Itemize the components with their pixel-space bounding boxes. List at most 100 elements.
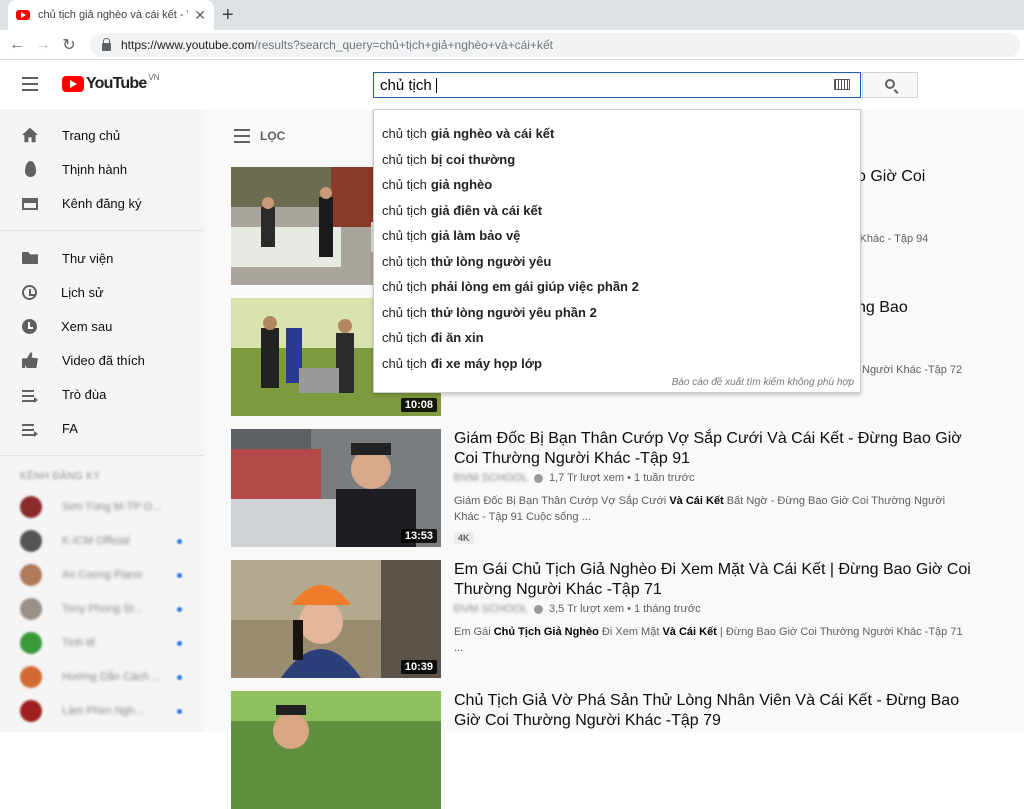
channel-avatar: [20, 666, 42, 688]
channel-avatar: [20, 496, 42, 518]
suggestion-item[interactable]: chủ tịch thử lòng người yêu phần 2: [374, 300, 860, 326]
report-suggestions-link[interactable]: Báo cáo đề xuất tìm kiếm không phù hợp: [672, 377, 854, 388]
video-title[interactable]: Em Gái Chủ Tịch Giả Nghèo Đi Xem Mặt Và …: [454, 560, 974, 600]
youtube-logo[interactable]: YouTube VN: [62, 72, 160, 93]
video-title[interactable]: Chủ Tịch Giả Vờ Phá Sản Thử Lòng Nhân Vi…: [454, 691, 974, 731]
new-content-dot: [177, 538, 182, 544]
close-tab-icon[interactable]: ✕: [194, 7, 206, 24]
sidebar-item-label: Video đã thích: [62, 352, 145, 368]
subscription-item[interactable]: Làm Phim Ngh...: [0, 694, 204, 728]
suggestion-completion: đi xe máy họp lớp: [430, 355, 542, 371]
filter-icon: [234, 129, 250, 143]
sidebar-item-library[interactable]: Thư viện: [0, 241, 204, 275]
search-suggestions: chủ tịch giả nghèo và cái kết chủ tịch bị c…: [373, 109, 861, 393]
youtube-play-icon: [62, 76, 84, 92]
channel-name[interactable]: ĐVM SCHOOL: [454, 603, 528, 615]
suggestion-item[interactable]: chủ tịch bị coi thường: [374, 147, 860, 173]
logo-text: YouTube: [86, 75, 147, 92]
sidebar-item-playlist-tro-dua[interactable]: Trò đùa: [0, 377, 204, 411]
sidebar-item-playlist-fa[interactable]: FA: [0, 411, 204, 445]
sidebar-item-history[interactable]: Lịch sử: [0, 275, 204, 309]
video-thumbnail[interactable]: [231, 691, 441, 809]
suggestion-item[interactable]: chủ tịch giả làm bảo vệ: [374, 223, 860, 249]
suggestion-item[interactable]: chủ tịch giả nghèo và cái kết: [374, 121, 860, 147]
subscription-item[interactable]: Tony Phong St...: [0, 592, 204, 626]
subscription-item[interactable]: Tinh tế: [0, 626, 204, 660]
suggestion-item[interactable]: chủ tịch đi xe máy họp lớp: [374, 351, 860, 377]
verified-icon: [533, 473, 543, 483]
video-description: Giám Đốc Bị Bạn Thân Cướp Vợ Sắp Cưới Và…: [454, 495, 946, 523]
sidebar-item-label: Kênh đăng ký: [62, 195, 142, 211]
suggestion-completion: phải lòng em gái giúp việc phần 2: [430, 279, 639, 295]
suggestion-item[interactable]: chủ tịch giả nghèo: [374, 172, 860, 198]
subscriptions-icon: [22, 198, 38, 210]
back-button[interactable]: ←: [4, 36, 30, 54]
sidebar-divider: [0, 455, 204, 456]
search-button[interactable]: [862, 72, 918, 98]
channel-name[interactable]: ĐVM SCHOOL: [454, 472, 528, 484]
sidebar-item-label: Thư viện: [62, 250, 114, 266]
menu-icon[interactable]: [22, 77, 38, 91]
liked-icon: [22, 352, 38, 368]
suggestion-completion: thử lòng người yêu: [430, 253, 552, 269]
subscription-item[interactable]: Hướng Dẫn Cách ...: [0, 660, 204, 694]
sidebar-item-watch-later[interactable]: Xem sau: [0, 309, 204, 343]
browser-toolbar: ← → ↻ https://www.youtube.com/results?se…: [0, 30, 1024, 60]
video-duration: 13:53: [400, 529, 437, 543]
sidebar-item-label: FA: [62, 420, 78, 436]
video-meta: ĐVM SCHOOL 1,7 Tr lượt xem • 1 tuần trướ…: [454, 472, 694, 484]
new-content-dot: [177, 708, 182, 714]
youtube-favicon-icon: [16, 10, 30, 20]
browser-tab[interactable]: chủ tịch giả nghèo và cái kết - Yo ✕: [8, 0, 214, 30]
channel-avatar: [20, 700, 42, 722]
video-thumbnail[interactable]: 10:39: [231, 560, 441, 678]
new-content-dot: [177, 572, 182, 578]
video-description: Em Gái Chủ Tịch Giả Nghèo Đi Xem Mặt Và …: [454, 626, 963, 654]
subscription-name: Tony Phong St...: [62, 603, 143, 615]
suggestion-completion: bị coi thường: [430, 151, 516, 167]
video-title[interactable]: Giám Đốc Bị Bạn Thân Cướp Vợ Sắp Cưới Và…: [454, 429, 974, 469]
suggestion-item[interactable]: chủ tịch giả điên và cái kết: [374, 198, 860, 224]
suggestion-typed-text: chủ tịch: [382, 202, 427, 218]
forward-button[interactable]: →: [30, 36, 56, 54]
keyboard-icon[interactable]: [834, 79, 850, 90]
suggestion-typed-text: chủ tịch: [382, 330, 427, 346]
suggestion-typed-text: chủ tịch: [382, 151, 427, 167]
browser-tab-bar: chủ tịch giả nghèo và cái kết - Yo ✕ +: [0, 0, 1024, 30]
address-bar[interactable]: https://www.youtube.com/results?search_q…: [90, 33, 1020, 57]
search-input[interactable]: chủ tịch: [373, 72, 861, 98]
subscription-item[interactable]: Sơn Tùng M-TP O...: [0, 490, 204, 524]
suggestion-typed-text: chủ tịch: [382, 253, 427, 269]
subscription-item[interactable]: K-ICM Official: [0, 524, 204, 558]
video-title-partial: o Giờ Coi: [857, 168, 926, 185]
channel-avatar: [20, 530, 42, 552]
suggestion-item[interactable]: chủ tịch đi ăn xin: [374, 325, 860, 351]
youtube-masthead: YouTube VN chủ tịch: [0, 61, 1024, 109]
channel-avatar: [20, 598, 42, 620]
suggestion-typed-text: chủ tịch: [382, 279, 427, 295]
new-tab-button[interactable]: +: [222, 3, 234, 27]
sidebar-divider: [0, 230, 204, 231]
view-count-age: 3,5 Tr lượt xem • 1 tháng trước: [548, 603, 701, 615]
subscription-item[interactable]: An Coong Piano: [0, 558, 204, 592]
new-content-dot: [177, 640, 182, 646]
sidebar-item-label: Trò đùa: [62, 386, 107, 402]
sidebar-item-label: Trang chủ: [62, 127, 121, 143]
suggestion-item[interactable]: chủ tịch thử lòng người yêu: [374, 249, 860, 275]
video-desc-partial: i Khác - Tập 94: [854, 233, 929, 245]
sidebar-item-subscriptions[interactable]: Kênh đăng ký: [0, 186, 204, 220]
filter-button[interactable]: LỌC: [234, 129, 285, 143]
sidebar-item-home[interactable]: Trang chủ: [0, 118, 204, 152]
country-code: VN: [148, 72, 160, 82]
sidebar-item-trending[interactable]: Thịnh hành: [0, 152, 204, 186]
thumbnail-image: [231, 691, 441, 809]
suggestion-item[interactable]: chủ tịch phải lòng em gái giúp việc phần …: [374, 274, 860, 300]
reload-button[interactable]: ↻: [56, 35, 82, 55]
suggestion-typed-text: chủ tịch: [382, 126, 427, 142]
url-host: https://www.youtube.com: [121, 38, 255, 52]
search-value: chủ tịch: [380, 76, 432, 94]
video-thumbnail[interactable]: 13:53: [231, 429, 441, 547]
new-content-dot: [177, 606, 182, 612]
watch-later-icon: [22, 318, 37, 334]
sidebar-item-liked-videos[interactable]: Video đã thích: [0, 343, 204, 377]
